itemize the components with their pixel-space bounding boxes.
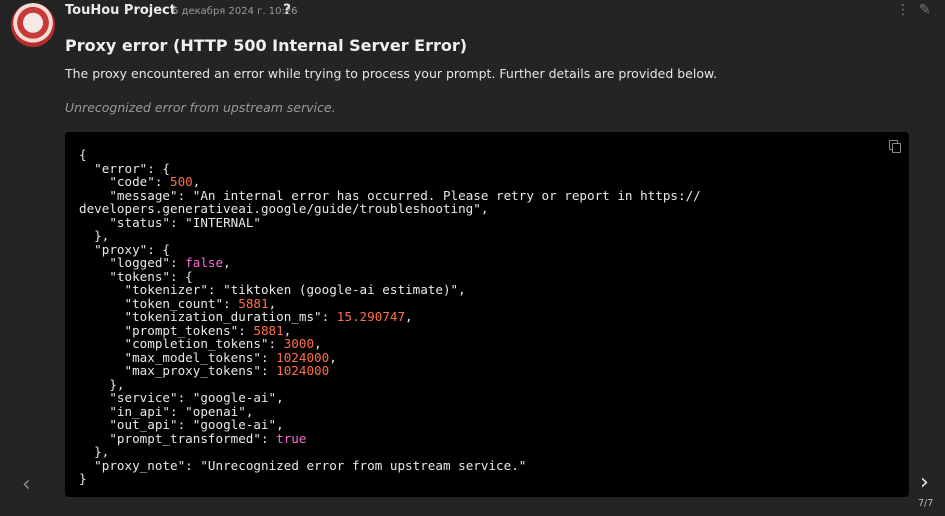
error-status-value: "INTERNAL" (185, 214, 261, 230)
tokenization-duration-value: 15.290747 (336, 309, 406, 324)
max-proxy-tokens-value: 1024000 (276, 363, 330, 378)
author-name[interactable]: TouHou Project (65, 3, 176, 18)
error-code-value: 500 (170, 174, 193, 189)
help-icon[interactable]: ? (283, 2, 291, 18)
proxy-note-value: "Unrecognized error from upstream servic… (200, 457, 527, 473)
out-api-value: "google-ai", (192, 417, 284, 432)
copy-icon[interactable] (889, 140, 901, 153)
prompt-transformed-value: true (276, 430, 307, 446)
edit-pencil-icon[interactable]: ✎ (919, 2, 931, 18)
error-message-value-2: developers.generativeai.google/guide/tro… (79, 201, 489, 216)
json-code: { "error": { "code": 500, "message": "An… (79, 147, 701, 486)
error-description: The proxy encountered an error while try… (65, 66, 718, 81)
prompt-tokens-value: 5881 (253, 322, 284, 338)
error-title: Proxy error (HTTP 500 Internal Server Er… (65, 36, 468, 55)
more-options-icon[interactable]: ⋮ (896, 2, 910, 18)
error-note: Unrecognized error from upstream service… (65, 100, 336, 115)
code-block: { "error": { "code": 500, "message": "An… (65, 132, 909, 497)
post-date: 6 декабря 2024 г. 10:26 (172, 6, 298, 17)
logged-value: false (185, 255, 224, 270)
page-counter: 7/7 (918, 498, 934, 509)
token-count-value: 5881 (238, 295, 269, 311)
avatar[interactable] (11, 3, 55, 47)
previous-arrow-icon[interactable]: ‹ (22, 472, 31, 497)
next-arrow-icon[interactable]: › (920, 470, 929, 495)
